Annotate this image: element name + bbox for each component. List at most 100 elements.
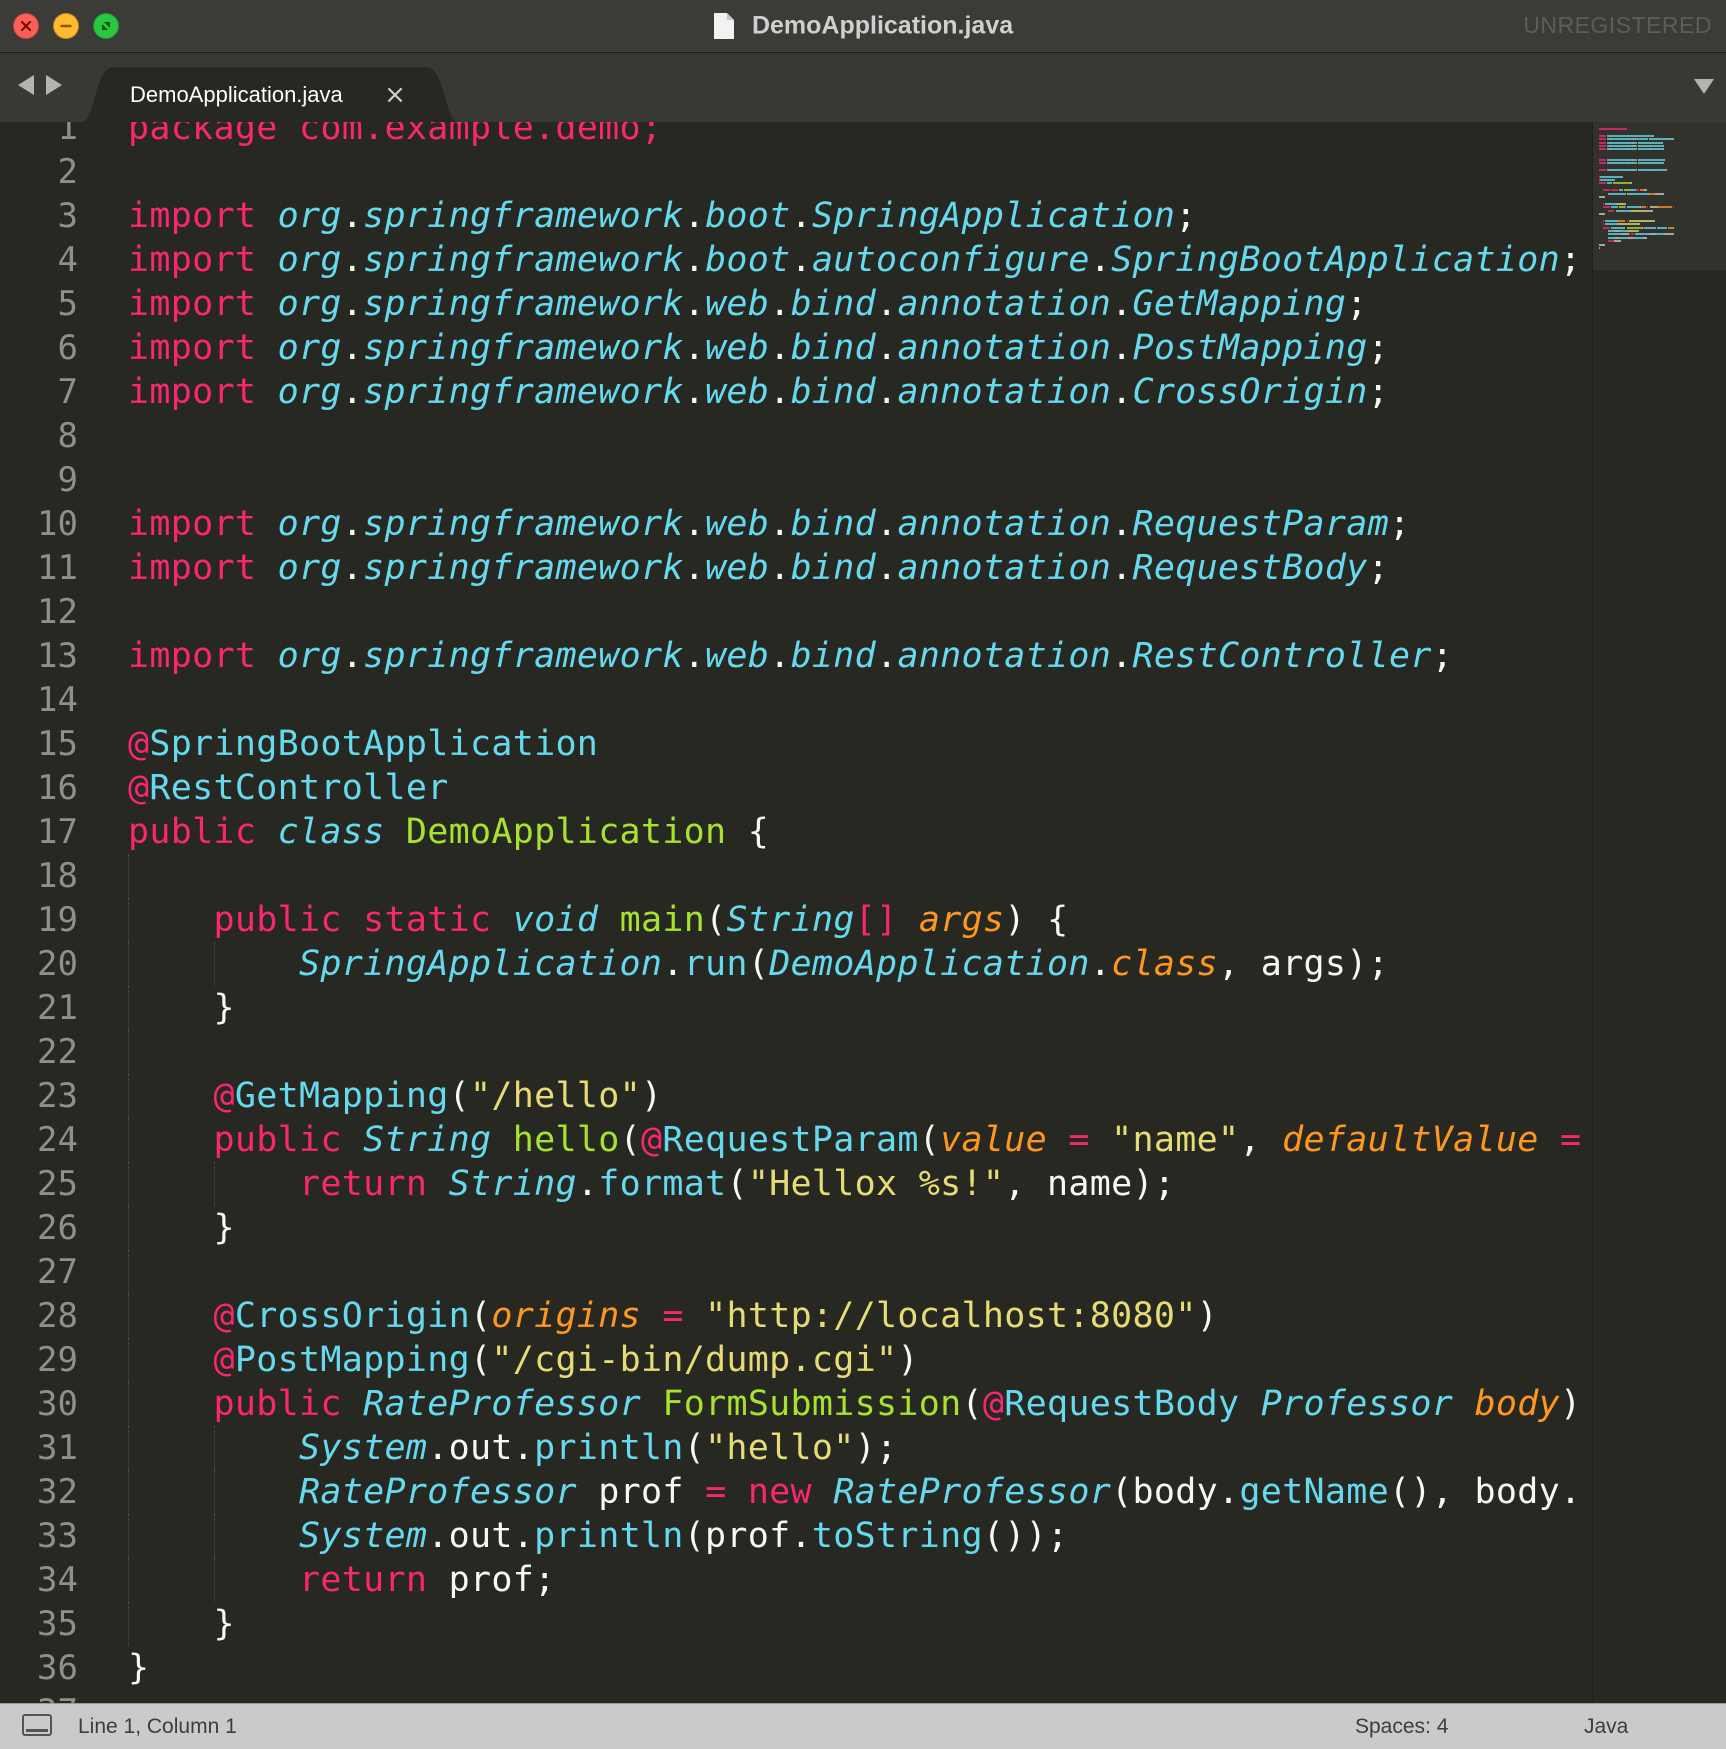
line-number: 24: [37, 1120, 78, 1160]
code-token: .: [1089, 240, 1112, 280]
cursor-position[interactable]: Line 1, Column 1: [78, 1704, 237, 1749]
code-line[interactable]: 20 SpringApplication.run(DemoApplication…: [0, 942, 1592, 986]
code-line[interactable]: 19 public static void main(String[] args…: [0, 898, 1592, 942]
code-token: getName: [1239, 1472, 1389, 1512]
code-token: .: [769, 328, 791, 368]
code-line[interactable]: 13 import org.springframework.web.bind.an…: [0, 634, 1592, 678]
code-line[interactable]: 25 return String.format("Hellox %s!", na…: [0, 1162, 1592, 1206]
code-token: springframework: [363, 240, 684, 280]
minimap-token: [1661, 141, 1663, 144]
tab-demoapplication[interactable]: DemoApplication.java ×: [80, 67, 460, 123]
code-token: public: [213, 900, 342, 940]
code-line[interactable]: 22: [0, 1030, 1592, 1074]
code-line[interactable]: 8: [0, 414, 1592, 458]
minimap-token: [1618, 189, 1624, 192]
line-number: 29: [37, 1340, 78, 1380]
code-line[interactable]: 27: [0, 1250, 1592, 1294]
panel-toggle-icon[interactable]: [22, 1714, 52, 1736]
code-line[interactable]: 15 @SpringBootApplication: [0, 722, 1592, 766]
code-token: body: [1474, 1384, 1560, 1424]
code-line[interactable]: 17 public class DemoApplication {: [0, 810, 1592, 854]
code-line[interactable]: 18: [0, 854, 1592, 898]
syntax-selector[interactable]: Java: [1584, 1704, 1628, 1749]
code-token: annotation: [897, 504, 1112, 544]
code-token: RequestParam: [662, 1120, 919, 1160]
code-token: "/cgi-bin/dump.cgi": [491, 1340, 898, 1380]
close-tab-icon[interactable]: ×: [380, 67, 410, 123]
code-line[interactable]: 1 package com.example.demo;: [0, 122, 1592, 150]
tab-menu-dropdown-icon[interactable]: [1694, 79, 1714, 94]
line-number: 1: [57, 122, 78, 148]
code-text: @SpringBootApplication: [128, 722, 598, 766]
code-token: =: [662, 1296, 684, 1336]
code-token: org: [277, 636, 342, 676]
code-line[interactable]: 14: [0, 678, 1592, 722]
code-token: static: [363, 900, 492, 940]
code-token: ());: [982, 1516, 1069, 1556]
minimap-token: [1650, 141, 1662, 144]
code-token: RequestBody: [1132, 548, 1368, 588]
minimap-token: [1603, 226, 1610, 229]
code-line[interactable]: 32 RateProfessor prof = new RateProfesso…: [0, 1470, 1592, 1514]
code-line[interactable]: 16 @RestController: [0, 766, 1592, 810]
code-token: (: [469, 1340, 492, 1380]
code-token: import: [128, 240, 257, 280]
code-line[interactable]: 9: [0, 458, 1592, 502]
code-editor[interactable]: 1 package com.example.demo; 2 3 import org.s…: [0, 122, 1592, 1703]
line-number: 3: [57, 196, 78, 236]
minimap-token: [1613, 182, 1630, 185]
code-token: }: [128, 1648, 150, 1688]
minimap-token: [1634, 138, 1649, 141]
indentation-setting[interactable]: Spaces: 4: [1355, 1704, 1448, 1749]
minimap-token: [1611, 189, 1618, 192]
code-line[interactable]: 2: [0, 150, 1592, 194]
code-line[interactable]: 30 public RateProfessor FormSubmission(@…: [0, 1382, 1592, 1426]
minimap-token: [1635, 233, 1650, 236]
code-token: org: [277, 372, 342, 412]
code-line[interactable]: 36}: [0, 1646, 1592, 1690]
indent-guide: [128, 1030, 129, 1074]
code-token: .: [341, 328, 364, 368]
previous-tab-icon[interactable]: [18, 75, 34, 95]
code-line[interactable]: 37: [0, 1690, 1592, 1703]
minimap-token: [1607, 230, 1615, 232]
code-line[interactable]: 6 import org.springframework.web.bind.ann…: [0, 326, 1592, 370]
code-token: annotation: [897, 372, 1112, 412]
minimap-token: [1638, 141, 1650, 144]
code-line[interactable]: 26 }: [0, 1206, 1592, 1250]
code-token: (: [469, 1296, 492, 1336]
minimap-token: [1607, 192, 1627, 195]
minimap-token: [1626, 219, 1628, 222]
code-line[interactable]: 21 }: [0, 986, 1592, 1030]
code-line[interactable]: 3 import org.springframework.boot.SpringA…: [0, 194, 1592, 238]
code-token: import: [128, 548, 257, 588]
code-line[interactable]: 7 import org.springframework.web.bind.ann…: [0, 370, 1592, 414]
code-line[interactable]: 12: [0, 590, 1592, 634]
code-line[interactable]: 28 @CrossOrigin(origins = "http://localh…: [0, 1294, 1592, 1338]
code-line[interactable]: 5 import org.springframework.web.bind.ann…: [0, 282, 1592, 326]
line-number: 2: [57, 152, 78, 192]
code-token: .: [769, 372, 791, 412]
code-line[interactable]: 10 import org.springframework.web.bind.an…: [0, 502, 1592, 546]
code-line[interactable]: 11 import org.springframework.web.bind.an…: [0, 546, 1592, 590]
code-token: ): [1196, 1296, 1219, 1336]
code-line[interactable]: 29 @PostMapping("/cgi-bin/dump.cgi"): [0, 1338, 1592, 1382]
code-line[interactable]: 23 @GetMapping("/hello"): [0, 1074, 1592, 1118]
code-line[interactable]: 33 System.out.println(prof.toString());: [0, 1514, 1592, 1558]
code-token: "Hellox %s!": [747, 1164, 1005, 1204]
minimap[interactable]: [1592, 122, 1726, 1703]
code-line[interactable]: 4 import org.springframework.boot.autocon…: [0, 238, 1592, 282]
code-line[interactable]: 34 return prof;: [0, 1558, 1592, 1602]
code-line[interactable]: 35 }: [0, 1602, 1592, 1646]
minimap-token: [1611, 141, 1628, 144]
code-token: .out.: [427, 1428, 535, 1468]
minimap-token: [1650, 145, 1663, 147]
code-token: RequestBody: [1004, 1384, 1240, 1424]
code-line[interactable]: 24 public String hello(@RequestParam(val…: [0, 1118, 1592, 1162]
next-tab-icon[interactable]: [46, 75, 62, 95]
code-line[interactable]: 31 System.out.println("hello");: [0, 1426, 1592, 1470]
